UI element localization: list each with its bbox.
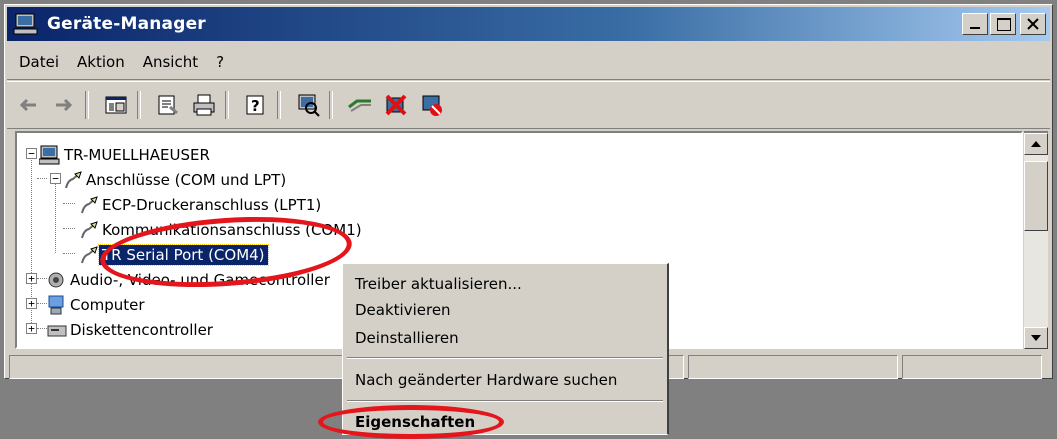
- menu-item-properties[interactable]: Eigenschaften: [355, 410, 475, 434]
- uninstall-icon: [385, 94, 407, 116]
- tree-item-ports[interactable]: Anschlüsse (COM und LPT): [63, 168, 289, 192]
- port-icon: [81, 246, 98, 264]
- menu-item-scan-hardware[interactable]: Nach geänderter Hardware suchen: [355, 368, 617, 392]
- back-button[interactable]: [13, 90, 43, 120]
- menu-datei[interactable]: Datei: [19, 53, 59, 71]
- update-driver-button[interactable]: [345, 90, 375, 120]
- svg-text:?: ?: [251, 97, 260, 115]
- properties-button[interactable]: [153, 90, 183, 120]
- menu-item-disable[interactable]: Deaktivieren: [355, 298, 451, 322]
- scroll-up-button[interactable]: [1024, 133, 1048, 155]
- disable-button[interactable]: [417, 90, 447, 120]
- arrow-down-icon: [1031, 335, 1041, 341]
- properties-icon: [158, 95, 178, 115]
- menu-ansicht[interactable]: Ansicht: [143, 53, 198, 71]
- menu-item-update-driver[interactable]: Treiber aktualisieren...: [355, 272, 522, 296]
- tree-label: Kommunikationsanschluss (COM1): [102, 221, 362, 239]
- close-button[interactable]: [1020, 13, 1046, 35]
- disable-icon: [422, 95, 442, 116]
- tree-item-root[interactable]: TR-MUELLHAEUSER: [39, 143, 213, 167]
- status-pane-2: [688, 355, 898, 379]
- tree-item-floppy[interactable]: Diskettencontroller: [47, 318, 216, 342]
- help-icon: ?: [246, 95, 264, 115]
- tree-item-lpt1[interactable]: ECP-Druckeranschluss (LPT1): [79, 193, 324, 217]
- computer-icon: [13, 13, 38, 35]
- forward-icon: [56, 98, 73, 112]
- computer-icon: [39, 145, 60, 165]
- context-menu: Treiber aktualisieren... Deaktivieren De…: [342, 263, 669, 435]
- menu-separator: [347, 400, 663, 402]
- console-tree-icon: [105, 96, 127, 114]
- computer-icon: [48, 295, 64, 315]
- uninstall-button[interactable]: [381, 90, 411, 120]
- minimize-button[interactable]: [962, 13, 988, 35]
- tree-label: TR-MUELLHAEUSER: [64, 146, 210, 164]
- print-icon: [193, 94, 215, 116]
- toolbar: ?: [7, 81, 1050, 129]
- tree-label: Audio-, Video- und Gamecontroller: [70, 271, 330, 289]
- tree-label: ECP-Druckeranschluss (LPT1): [102, 196, 322, 214]
- close-icon: [1027, 18, 1039, 30]
- print-button[interactable]: [189, 90, 219, 120]
- scroll-thumb[interactable]: [1024, 161, 1048, 231]
- window-title: Geräte-Manager: [47, 14, 206, 34]
- port-icon: [81, 196, 98, 214]
- console-tree-button[interactable]: [101, 90, 131, 120]
- expand-computer-toggle[interactable]: +: [26, 298, 37, 309]
- tree-item-com1[interactable]: Kommunikationsanschluss (COM1): [79, 218, 365, 242]
- menu-aktion[interactable]: Aktion: [77, 53, 125, 71]
- tree-label: Computer: [70, 296, 145, 314]
- scan-hardware-icon: [298, 94, 320, 117]
- menu-separator: [347, 357, 663, 359]
- tree-label: Anschlüsse (COM und LPT): [86, 171, 287, 189]
- vertical-scrollbar[interactable]: [1024, 131, 1048, 349]
- status-pane-3: [902, 355, 1042, 379]
- expand-audio-toggle[interactable]: +: [26, 273, 37, 284]
- back-icon: [19, 98, 36, 112]
- speaker-icon: [48, 272, 64, 288]
- tree-item-com4[interactable]: TR Serial Port (COM4): [79, 243, 269, 267]
- tree-item-audio[interactable]: Audio-, Video- und Gamecontroller: [47, 268, 333, 292]
- floppy-controller-icon: [47, 325, 67, 337]
- scroll-down-button[interactable]: [1024, 327, 1048, 349]
- collapse-ports-toggle[interactable]: −: [50, 173, 61, 184]
- collapse-root-toggle[interactable]: −: [26, 148, 37, 159]
- tree-label-selected: TR Serial Port (COM4): [98, 244, 269, 266]
- scan-hardware-button[interactable]: [293, 90, 323, 120]
- port-icon: [65, 171, 82, 189]
- menu-help[interactable]: ?: [216, 53, 224, 71]
- tree-label: Diskettencontroller: [70, 321, 213, 339]
- menu-bar: Datei Aktion Ansicht ?: [7, 45, 1050, 80]
- expand-floppy-toggle[interactable]: +: [26, 323, 37, 334]
- help-button[interactable]: ?: [241, 90, 271, 120]
- tree-item-computer[interactable]: Computer: [47, 293, 148, 317]
- forward-button[interactable]: [49, 90, 79, 120]
- title-bar[interactable]: Geräte-Manager: [7, 7, 1050, 41]
- update-driver-icon: [348, 99, 371, 112]
- menu-item-uninstall[interactable]: Deinstallieren: [355, 326, 459, 350]
- port-icon: [81, 221, 98, 239]
- maximize-button[interactable]: [990, 13, 1016, 35]
- arrow-up-icon: [1031, 141, 1041, 147]
